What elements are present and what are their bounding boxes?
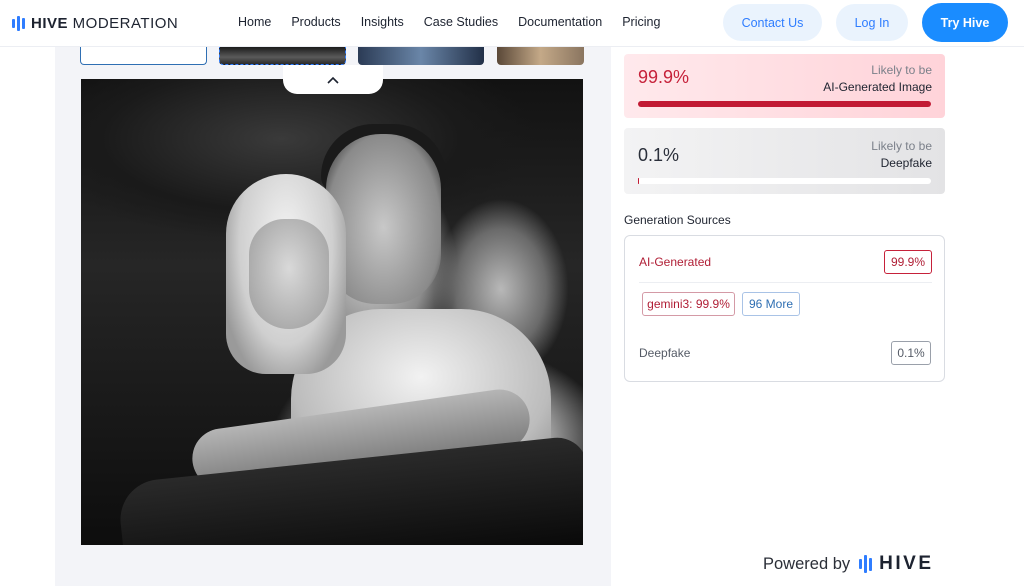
- log-in-button[interactable]: Log In: [836, 4, 908, 41]
- nav-case-studies[interactable]: Case Studies: [424, 15, 498, 29]
- ai-likely-value: AI-Generated Image: [823, 80, 932, 94]
- nav-insights[interactable]: Insights: [361, 15, 404, 29]
- generation-sources-title: Generation Sources: [624, 213, 731, 227]
- deepfake-source-score: 0.1%: [891, 341, 931, 365]
- deepfake-likely-value: Deepfake: [880, 156, 932, 170]
- source-chip-more[interactable]: 96 More: [742, 292, 800, 316]
- logo-text-rest: MODERATION: [68, 14, 179, 32]
- nav-documentation[interactable]: Documentation: [518, 15, 602, 29]
- hive-moderation-logo[interactable]: HIVE MODERATION: [12, 13, 178, 33]
- contact-us-button[interactable]: Contact Us: [723, 4, 822, 41]
- ai-generated-result-card: 99.9% Likely to be AI-Generated Image: [624, 54, 945, 118]
- main-nav: Home Products Insights Case Studies Docu…: [238, 15, 680, 29]
- hive-bars-icon: [859, 555, 873, 573]
- thumbnail-1[interactable]: [80, 47, 207, 65]
- hive-bars-icon: [12, 15, 25, 31]
- ai-score: 99.9%: [638, 67, 690, 87]
- thumbnail-4[interactable]: [497, 47, 584, 65]
- deepfake-result-card: 0.1% Likely to be Deepfake: [624, 128, 945, 194]
- deepfake-progress-track: [638, 178, 931, 184]
- thumbnail-2-selected[interactable]: [219, 47, 346, 65]
- nav-pricing[interactable]: Pricing: [622, 15, 660, 29]
- deepfake-likely-label: Likely to be: [871, 139, 932, 153]
- thumbnail-3[interactable]: [358, 47, 484, 65]
- nav-home[interactable]: Home: [238, 15, 271, 29]
- uploaded-photo: [81, 79, 583, 545]
- powered-by-hive[interactable]: Powered by HIVE: [763, 553, 934, 575]
- source-chip-gemini3[interactable]: gemini3: 99.9%: [642, 292, 735, 316]
- collapse-thumbnails-button[interactable]: [283, 65, 383, 94]
- generation-sources-box: AI-Generated 99.9% gemini3: 99.9% 96 Mor…: [624, 235, 945, 382]
- ai-likely-label: Likely to be: [871, 63, 932, 77]
- ai-progress-bar: [638, 101, 931, 107]
- powered-by-text: Powered by: [763, 554, 851, 573]
- ai-progress-track: [638, 101, 931, 107]
- deepfake-source-label: Deepfake: [639, 346, 691, 360]
- top-navbar: HIVE MODERATION Home Products Insights C…: [0, 0, 1024, 47]
- deepfake-score: 0.1%: [638, 145, 680, 165]
- logo-text-bold: HIVE: [31, 14, 69, 32]
- try-hive-button[interactable]: Try Hive: [922, 3, 1008, 42]
- ai-generated-source-label: AI-Generated: [639, 255, 712, 269]
- chevron-up-icon: [327, 76, 339, 84]
- ai-generated-source-score: 99.9%: [884, 250, 932, 274]
- nav-products[interactable]: Products: [291, 15, 340, 29]
- divider: [639, 282, 932, 283]
- powered-by-brand: HIVE: [879, 553, 934, 574]
- thumbnail-strip: [80, 47, 584, 65]
